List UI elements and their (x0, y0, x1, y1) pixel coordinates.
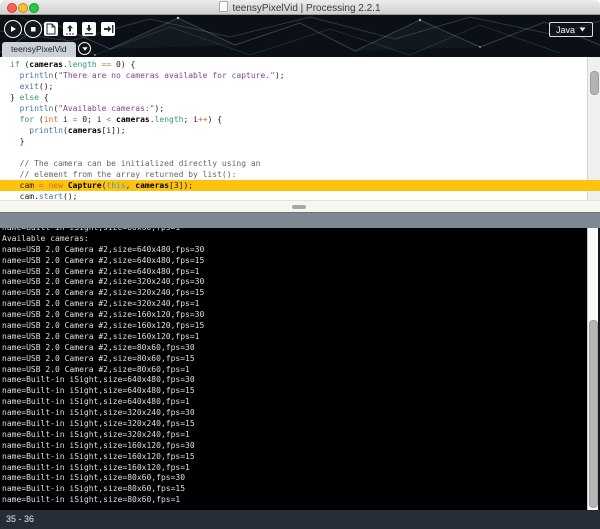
code-line: // element from the array returned by li… (0, 169, 600, 180)
code-line: println("There are no cameras available … (0, 70, 600, 81)
code-lines: if (cameras.length == 0) { println("Ther… (0, 57, 600, 200)
console-scrollbar-thumb[interactable] (589, 320, 598, 508)
console-line: name=Built-in iSight,size=320x240,fps=1 (2, 430, 600, 441)
editor-scrollbar-thumb[interactable] (590, 71, 599, 95)
console-line: name=USB 2.0 Camera #2,size=80x60,fps=1 (2, 365, 600, 376)
code-line (0, 147, 600, 158)
console-line: name=Built-in iSight,size=320x240,fps=30 (2, 408, 600, 419)
code-line: } (0, 136, 600, 147)
chevron-down-icon (82, 47, 88, 51)
status-line-numbers: 35 - 36 (6, 514, 34, 524)
editor-area[interactable]: if (cameras.length == 0) { println("Ther… (0, 57, 600, 200)
editor-console-splitter[interactable] (0, 212, 600, 229)
play-icon (8, 24, 18, 34)
console-line: name=Built-in iSight,size=320x240,fps=15 (2, 419, 600, 430)
console-line: name=USB 2.0 Camera #2,size=160x120,fps=… (2, 310, 600, 321)
console-scrollbar[interactable] (587, 228, 600, 510)
open-button[interactable] (63, 22, 77, 36)
stop-button[interactable] (24, 20, 42, 38)
console-line: name=Built-in iSight,size=80x60,fps=1 (2, 495, 600, 506)
status-bar: 35 - 36 (0, 510, 600, 529)
console-line: name=Built-in iSight,size=160x120,fps=1 (2, 463, 600, 474)
code-line: cam.start(); (0, 191, 600, 200)
export-icon (103, 24, 114, 34)
console-line: name=Built-in iSight,size=80x60,fps=30 (2, 473, 600, 484)
console-line: name=USB 2.0 Camera #2,size=160x120,fps=… (2, 332, 600, 343)
sketch-tab[interactable]: teensyPixelVid (2, 42, 76, 57)
code-line: for (int i = 0; i < cameras.length; i++)… (0, 114, 600, 125)
code-line: } else { (0, 92, 600, 103)
highlight-marker (587, 180, 600, 191)
console-area: name=Built-in iSight,size=80x60,fps=1 Ava… (0, 228, 600, 510)
open-icon (65, 24, 75, 35)
stop-icon (28, 24, 38, 34)
editor-scrollbar[interactable] (587, 57, 600, 200)
tab-menu-button[interactable] (78, 42, 91, 55)
code-line: // The camera can be initialized directl… (0, 158, 600, 169)
console-line: name=Built-in iSight,size=640x480,fps=1 (2, 397, 600, 408)
save-icon (84, 24, 94, 35)
console-line: name=Built-in iSight,size=80x60,fps=15 (2, 484, 600, 495)
processing-ide-window: teensyPixelVid | Processing 2.2.1 (0, 0, 600, 529)
console-line: name=USB 2.0 Camera #2,size=640x480,fps=… (2, 245, 600, 256)
new-sketch-button[interactable] (44, 22, 58, 36)
code-line: exit(); (0, 81, 600, 92)
document-icon (219, 1, 228, 12)
console-line: name=USB 2.0 Camera #2,size=80x60,fps=30 (2, 343, 600, 354)
console-line: Available cameras: (2, 234, 600, 245)
console-lines: name=Built-in iSight,size=80x60,fps=1 Ava… (0, 228, 600, 506)
code-line: cam = new Capture(this, cameras[3]); (0, 180, 600, 191)
run-button[interactable] (4, 20, 22, 38)
console-line: name=USB 2.0 Camera #2,size=320x240,fps=… (2, 277, 600, 288)
console-line: name=Built-in iSight,size=640x480,fps=30 (2, 375, 600, 386)
save-button[interactable] (82, 22, 96, 36)
code-line: println(cameras[i]); (0, 125, 600, 136)
mode-label: Java (556, 25, 575, 35)
export-button[interactable] (101, 22, 115, 36)
mode-dropdown[interactable]: Java (549, 22, 593, 37)
console-line: name=USB 2.0 Camera #2,size=160x120,fps=… (2, 321, 600, 332)
tab-label: teensyPixelVid (11, 44, 67, 54)
console-line: name=USB 2.0 Camera #2,size=320x240,fps=… (2, 299, 600, 310)
toolbar: Java teensyPixelVid (0, 15, 600, 57)
code-line: println("Available cameras:"); (0, 103, 600, 114)
console-line: name=USB 2.0 Camera #2,size=320x240,fps=… (2, 288, 600, 299)
code-line: if (cameras.length == 0) { (0, 59, 600, 70)
console-line: name=Built-in iSight,size=160x120,fps=15 (2, 452, 600, 463)
console-line: name=Built-in iSight,size=640x480,fps=15 (2, 386, 600, 397)
chevron-down-icon (579, 27, 586, 32)
new-file-icon (46, 23, 56, 35)
window-title: teensyPixelVid | Processing 2.2.1 (0, 1, 600, 14)
console-line: name=Built-in iSight,size=160x120,fps=30 (2, 441, 600, 452)
console-line: name=USB 2.0 Camera #2,size=80x60,fps=15 (2, 354, 600, 365)
console-line: name=USB 2.0 Camera #2,size=640x480,fps=… (2, 256, 600, 267)
console-line: name=USB 2.0 Camera #2,size=640x480,fps=… (2, 267, 600, 278)
titlebar: teensyPixelVid | Processing 2.2.1 (0, 0, 600, 15)
horizontal-scrollbar-thumb[interactable] (292, 205, 306, 209)
